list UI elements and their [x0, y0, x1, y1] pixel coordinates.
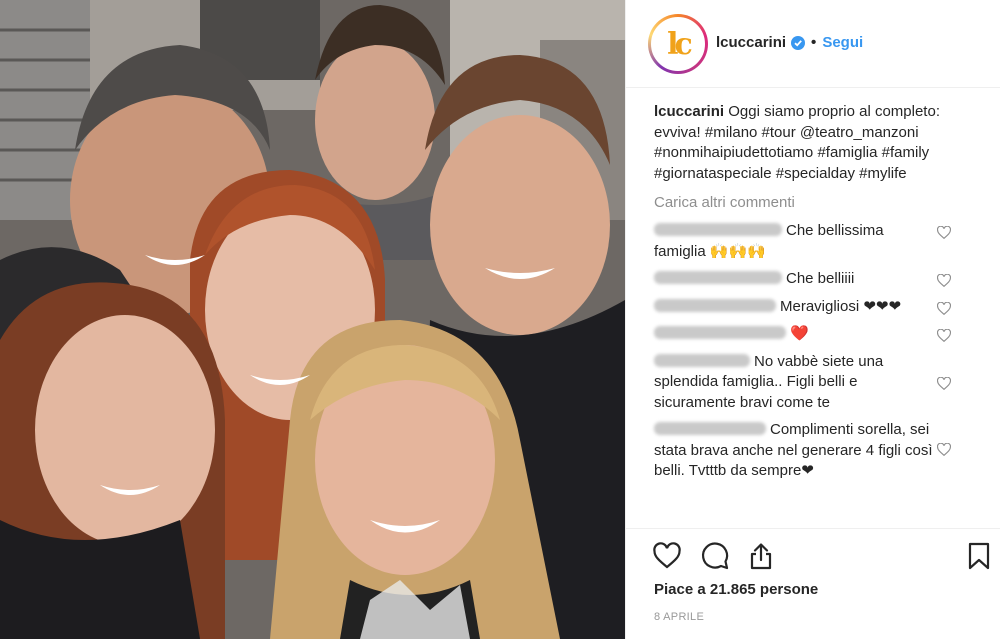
verified-badge-icon — [791, 35, 806, 50]
post-photo[interactable] — [0, 0, 625, 639]
comment-heart-icon[interactable] — [936, 301, 952, 315]
comment-item: Complimenti sorella, sei stata brava anc… — [654, 420, 973, 482]
comment-item: Che belliiii — [654, 269, 973, 290]
comment-username-link[interactable] — [654, 422, 766, 435]
header-separator: • — [811, 34, 817, 51]
comment-heart-icon[interactable] — [936, 273, 952, 288]
post-caption: lcuccarini Oggi siamo proprio al complet… — [654, 102, 973, 184]
likes-count[interactable]: Piace a 21.865 persone — [654, 581, 818, 598]
comment-username-link[interactable] — [654, 271, 782, 284]
caption-username-link[interactable]: lcuccarini — [654, 103, 724, 120]
bookmark-icon[interactable] — [964, 541, 994, 571]
comment-item: Meravigliosi ❤❤❤ — [654, 297, 973, 318]
post-photo-illustration — [0, 0, 625, 639]
load-more-comments-button[interactable]: Carica altri commenti — [654, 194, 973, 211]
comment-username-link[interactable] — [654, 326, 786, 339]
comment-icon[interactable] — [700, 541, 730, 571]
post-side-panel: lc lcuccarini • Segui lcuccarini Oggi si… — [625, 0, 1000, 639]
comment-heart-icon[interactable] — [936, 376, 952, 390]
avatar[interactable]: lc — [648, 14, 708, 74]
comment-username-link[interactable] — [654, 298, 776, 312]
share-icon[interactable] — [746, 541, 776, 571]
post-header: lc lcuccarini • Segui — [626, 0, 1000, 88]
like-heart-icon[interactable] — [652, 541, 682, 571]
comment-username-link[interactable] — [654, 223, 782, 236]
comment-text: Che belliiii — [786, 270, 855, 287]
comment-heart-icon[interactable] — [936, 328, 952, 343]
comment-item: No vabbè siete una splendida famiglia.. … — [654, 352, 973, 414]
avatar-inner: lc — [651, 17, 705, 71]
header-username-link[interactable]: lcuccarini — [716, 34, 786, 51]
comment-item: Che bellissima famiglia 🙌🙌🙌 — [654, 221, 973, 262]
comment-username-link[interactable] — [654, 353, 750, 367]
comment-heart-icon[interactable] — [936, 225, 952, 240]
post-actions-bar: Piace a 21.865 persone 8 APRILE — [626, 528, 1000, 639]
follow-button[interactable]: Segui — [822, 34, 863, 51]
post-date: 8 APRILE — [654, 611, 705, 623]
comments-section[interactable]: lcuccarini Oggi siamo proprio al complet… — [626, 88, 1000, 528]
avatar-logo: lc — [667, 26, 693, 62]
comment-heart-icon[interactable] — [936, 442, 952, 457]
comment-text: Meravigliosi ❤❤❤ — [780, 297, 902, 315]
header-user-row: lcuccarini • Segui — [716, 34, 863, 51]
comment-text: ❤️ — [790, 325, 809, 342]
comment-item: ❤️ — [654, 324, 973, 345]
